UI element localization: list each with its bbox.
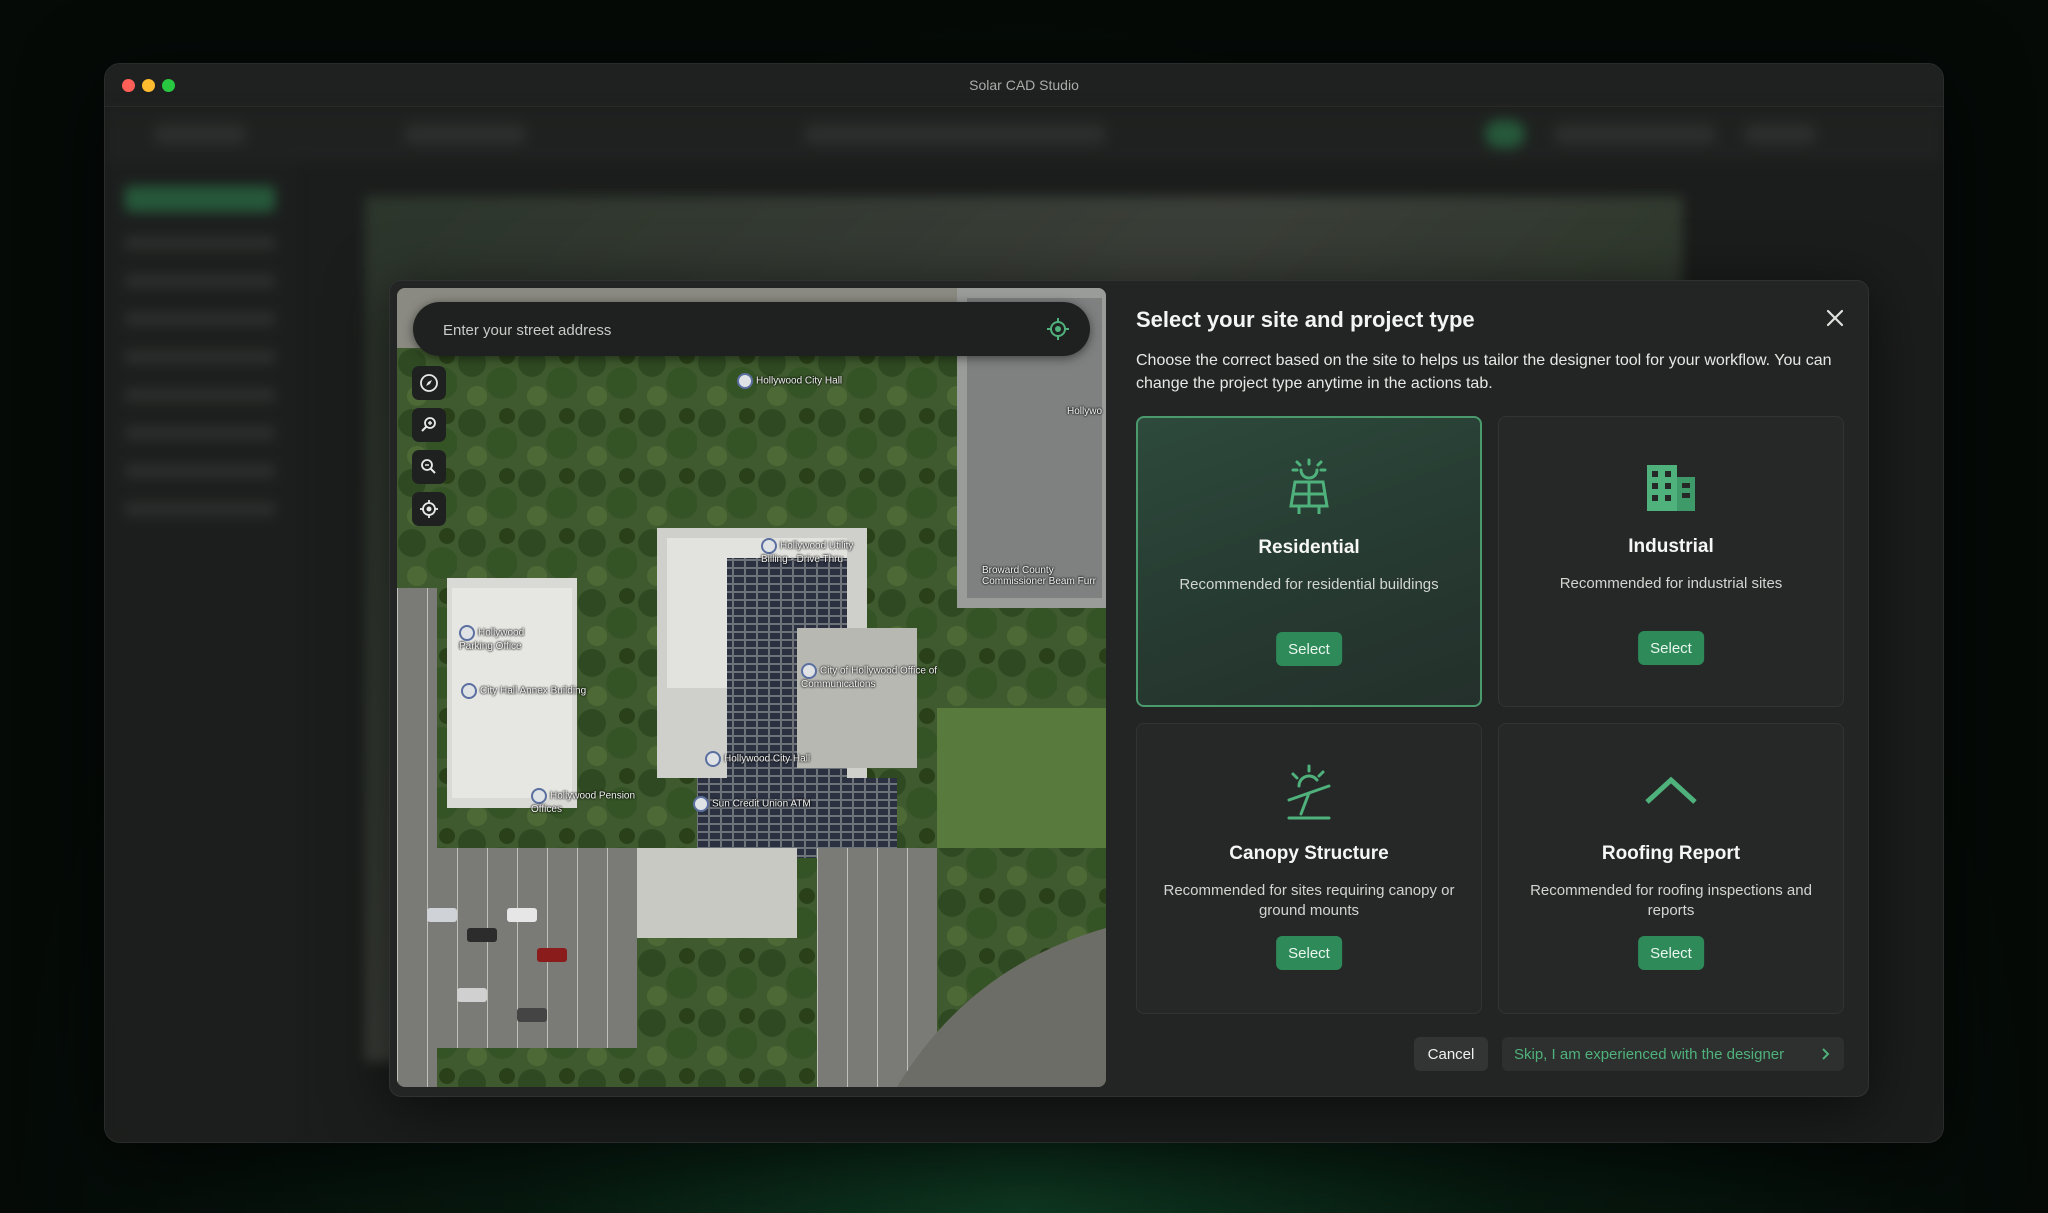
- address-input[interactable]: [441, 302, 1005, 358]
- map-label[interactable]: Hollywood Parking Office: [459, 625, 559, 652]
- map-label: Hollywo: [1067, 406, 1103, 417]
- map-pin-icon: [461, 683, 477, 699]
- card-title: Canopy Structure: [1229, 843, 1389, 864]
- app-window: Solar CAD Studio Enter your street addre…: [104, 63, 1944, 1143]
- map-label[interactable]: Sun Credit Union ATM: [693, 796, 811, 812]
- project-type-modal: Hollywood City Hall Hollywo Hollywood Ut…: [389, 280, 1869, 1097]
- project-type-panel: Select your site and project type Choose…: [1136, 281, 1856, 1096]
- roof-icon: [1645, 776, 1697, 804]
- card-description: Recommended for industrial sites: [1559, 575, 1783, 592]
- skip-label: Skip, I am experienced with the designer: [1514, 1045, 1785, 1063]
- select-industrial-button[interactable]: Select: [1638, 631, 1704, 665]
- map-label[interactable]: Hollywood Utility Billing - Drive Thru: [761, 538, 871, 565]
- map-pin-icon: [459, 625, 475, 641]
- modal-description: Choose the correct based on the site to …: [1136, 352, 1832, 392]
- canopy-icon: [1287, 764, 1331, 820]
- card-title: Industrial: [1628, 536, 1714, 557]
- zoom-out-button[interactable]: [412, 450, 446, 484]
- map-label[interactable]: City of Hollywood Office of Communicatio…: [801, 663, 941, 690]
- map-pin-icon: [693, 796, 709, 812]
- cancel-button[interactable]: Cancel: [1414, 1037, 1488, 1071]
- card-title: Residential: [1258, 537, 1360, 558]
- card-title: Roofing Report: [1601, 843, 1741, 864]
- card-industrial[interactable]: Industrial Recommended for industrial si…: [1498, 416, 1844, 707]
- card-roofing-report[interactable]: Roofing Report Recommended for roofing i…: [1498, 723, 1844, 1014]
- map-label: Broward County Commissioner Beam Furr: [982, 565, 1096, 587]
- window-title: Solar CAD Studio: [969, 77, 1079, 93]
- title-bar: Solar CAD Studio: [105, 64, 1943, 107]
- map-pin-icon: [531, 788, 547, 804]
- satellite-map[interactable]: Hollywood City Hall Hollywo Hollywood Ut…: [397, 288, 1106, 1087]
- card-canopy-structure[interactable]: Canopy Structure Recommended for sites r…: [1136, 723, 1482, 1014]
- solar-house-icon: [1289, 458, 1329, 514]
- locate-button[interactable]: [412, 492, 446, 526]
- select-roofing-button[interactable]: Select: [1638, 936, 1704, 970]
- locate-icon: [420, 500, 438, 518]
- map-label[interactable]: Hollywood Pension Offices: [531, 788, 641, 815]
- map-label[interactable]: Hollywood City Hall: [705, 751, 810, 767]
- card-description: Recommended for roofing inspections and …: [1530, 882, 1812, 919]
- map-pin-icon: [761, 538, 777, 554]
- select-canopy-button[interactable]: Select: [1276, 936, 1342, 970]
- skip-button[interactable]: Skip, I am experienced with the designer: [1502, 1037, 1844, 1071]
- map-label[interactable]: Hollywood City Hall: [737, 373, 842, 389]
- map-pin-icon: [705, 751, 721, 767]
- map-toolbar: [412, 366, 446, 534]
- map-label[interactable]: City Hall Annex Building: [461, 683, 586, 699]
- map-pin-icon: [801, 663, 817, 679]
- building-icon: [1647, 465, 1695, 511]
- card-residential[interactable]: Residential Recommended for residential …: [1136, 416, 1482, 707]
- card-description: Recommended for residential buildings: [1179, 576, 1439, 593]
- map-pin-icon: [737, 373, 753, 389]
- zoom-in-button[interactable]: [412, 408, 446, 442]
- select-residential-button[interactable]: Select: [1276, 632, 1342, 666]
- chevron-right-icon: [1822, 1048, 1830, 1060]
- zoom-out-icon: [421, 459, 436, 474]
- compass-icon: [420, 374, 438, 392]
- locate-me-icon[interactable]: [1046, 317, 1070, 341]
- close-icon[interactable]: [1822, 305, 1848, 331]
- zoom-in-icon: [421, 417, 436, 432]
- modal-title: Select your site and project type: [1136, 307, 1475, 332]
- compass-button[interactable]: [412, 366, 446, 400]
- card-description: Recommended for sites requiring canopy o…: [1163, 882, 1455, 919]
- address-search-bar: [413, 302, 1090, 358]
